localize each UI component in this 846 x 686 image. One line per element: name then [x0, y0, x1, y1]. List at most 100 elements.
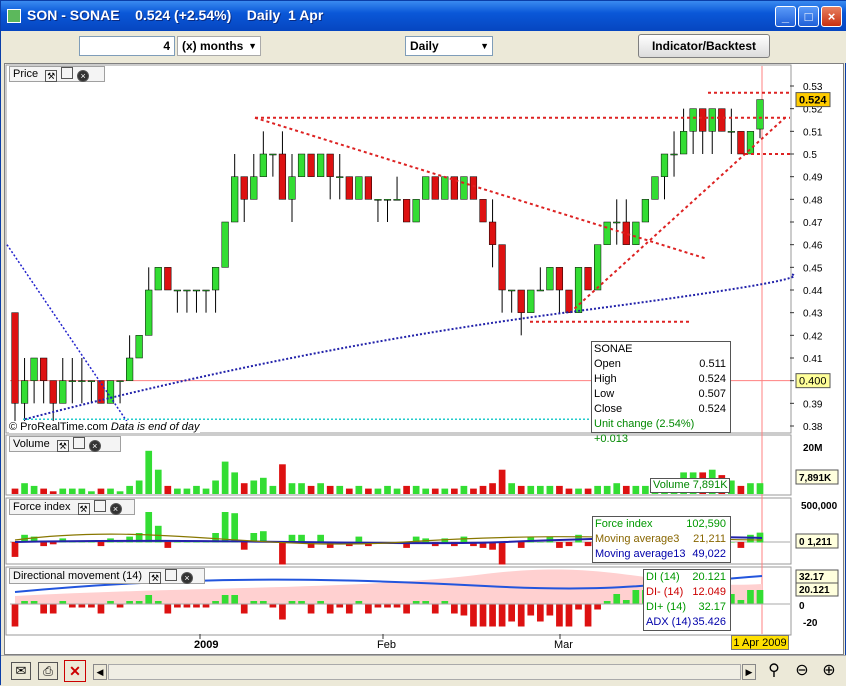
dm-bar: [747, 590, 754, 605]
candle-body: [278, 153, 287, 200]
scroll-right-icon[interactable]: ▶: [742, 664, 756, 680]
no-draw-icon[interactable]: ✕: [64, 660, 86, 682]
volume-bar: [489, 483, 496, 494]
ohlc-symbol: SONAE: [594, 343, 633, 355]
close-button[interactable]: ×: [821, 6, 842, 27]
dm-bar: [556, 604, 563, 627]
close-icon[interactable]: ×: [181, 572, 194, 584]
candle-body: [116, 380, 124, 382]
minimize-button[interactable]: _: [775, 6, 796, 27]
volume-bar: [451, 488, 458, 494]
volume-bar: [307, 485, 315, 494]
volume-bar: [594, 485, 601, 494]
source-credit: © ProRealTime.com: [9, 421, 108, 433]
dm-badge2: 20.121: [799, 585, 830, 596]
volume-bar: [365, 488, 372, 494]
dm-bar: [374, 604, 382, 608]
app-icon: [7, 9, 21, 23]
candle-body: [708, 108, 716, 132]
price-panel-label: Price: [13, 68, 39, 80]
force-bar: [279, 542, 286, 565]
candle-body: [87, 380, 96, 382]
dm-bar: [403, 604, 410, 614]
volume-bar: [517, 485, 525, 494]
cursor-date-badge: 1 Apr 2009: [731, 635, 789, 650]
wrench-icon[interactable]: ⚒: [45, 70, 58, 82]
volume-bar: [470, 488, 477, 494]
volume-bar: [431, 488, 439, 494]
interval-select[interactable]: Daily ▼: [405, 36, 493, 56]
zoom-out-icon[interactable]: ⊖: [791, 660, 813, 682]
candle-body: [594, 244, 602, 291]
candle-body: [422, 176, 430, 200]
dm-bar: [174, 604, 181, 608]
candle-body: [689, 108, 697, 132]
zoom-select-icon[interactable]: ⚲: [763, 660, 785, 682]
force-info-box: Force index 102,590 Moving average3 21,211…: [592, 516, 731, 563]
candle-body: [68, 380, 76, 382]
volume-info-box: Volume 7,891K: [650, 478, 730, 493]
dm-bar: [756, 590, 764, 605]
wrench-icon[interactable]: ⚒: [149, 572, 162, 584]
candle-body: [498, 244, 506, 291]
dm-bar: [594, 604, 601, 610]
window-icon[interactable]: [93, 500, 106, 512]
window-icon[interactable]: [61, 67, 74, 79]
maximize-button[interactable]: □: [798, 6, 819, 27]
close-icon[interactable]: ×: [88, 440, 101, 452]
scroll-left-icon[interactable]: ◀: [93, 664, 107, 680]
dm-bar: [470, 604, 477, 627]
volume-panel-label: Volume: [13, 438, 50, 450]
volume-bar: [212, 480, 219, 494]
title-bar: SON - SONAE 0.524 (+2.54%) Daily 1 Apr _…: [1, 1, 846, 31]
candle-body: [59, 380, 67, 404]
dm-bar: [365, 604, 372, 614]
candle-body: [679, 131, 688, 155]
date-label: 2009: [194, 639, 218, 651]
candle-body: [603, 221, 611, 245]
dm-axis-bottom: -20: [803, 618, 818, 629]
wrench-icon[interactable]: ⚒: [56, 440, 69, 452]
ohlc-row-low: Low 0.507: [594, 388, 726, 400]
volume-bar: [460, 485, 468, 494]
print-icon[interactable]: ⎙: [38, 662, 58, 680]
volume-bar: [135, 480, 143, 494]
volume-bar: [116, 491, 124, 494]
volume-bar: [250, 480, 258, 494]
dm-bar: [269, 604, 277, 608]
window-icon[interactable]: [72, 437, 85, 449]
zoom-in-icon[interactable]: ⊕: [818, 660, 840, 682]
price-tick-label: 0.46: [803, 241, 823, 252]
volume-bar: [498, 469, 506, 494]
period-count-input[interactable]: 4: [79, 36, 175, 56]
horizontal-scrollbar[interactable]: [108, 664, 741, 680]
force-bar: [737, 542, 745, 548]
dm-bar: [231, 595, 239, 605]
dm-bar: [97, 604, 105, 614]
candle-body: [297, 153, 306, 177]
volume-bar: [756, 483, 764, 494]
wrench-icon[interactable]: ⚒: [77, 503, 90, 515]
chart-area[interactable]: 0.53 0.52 0.51 0.5 0.49 0.48 0.47 0.46 0.45 0.44 0…: [4, 63, 844, 655]
period-unit-select[interactable]: (x) months ▼: [177, 36, 261, 56]
close-icon[interactable]: ×: [109, 503, 122, 515]
candle-body: [431, 176, 439, 200]
force-bar: [584, 542, 592, 547]
window-icon[interactable]: [165, 569, 178, 581]
candle-body: [508, 289, 516, 292]
candle-body: [527, 289, 535, 313]
dm-bar: [279, 604, 286, 620]
mail-icon[interactable]: ✉: [11, 662, 31, 680]
ohlc-info-box: SONAE Open 0.511 High 0.524 Low 0.507 Close…: [591, 341, 731, 445]
indicator-backtest-button[interactable]: Indicator/Backtest: [638, 34, 770, 58]
volume-bar: [30, 485, 38, 494]
candle-body: [231, 176, 239, 223]
force-axis-top: 500,000: [801, 501, 838, 512]
dm-bar: [393, 604, 401, 608]
volume-bar: [193, 485, 200, 494]
dm-bar: [527, 604, 535, 616]
volume-bar: [575, 488, 582, 494]
dm-bar: [11, 604, 19, 627]
close-icon[interactable]: ×: [77, 70, 90, 82]
force-bar: [164, 542, 172, 548]
